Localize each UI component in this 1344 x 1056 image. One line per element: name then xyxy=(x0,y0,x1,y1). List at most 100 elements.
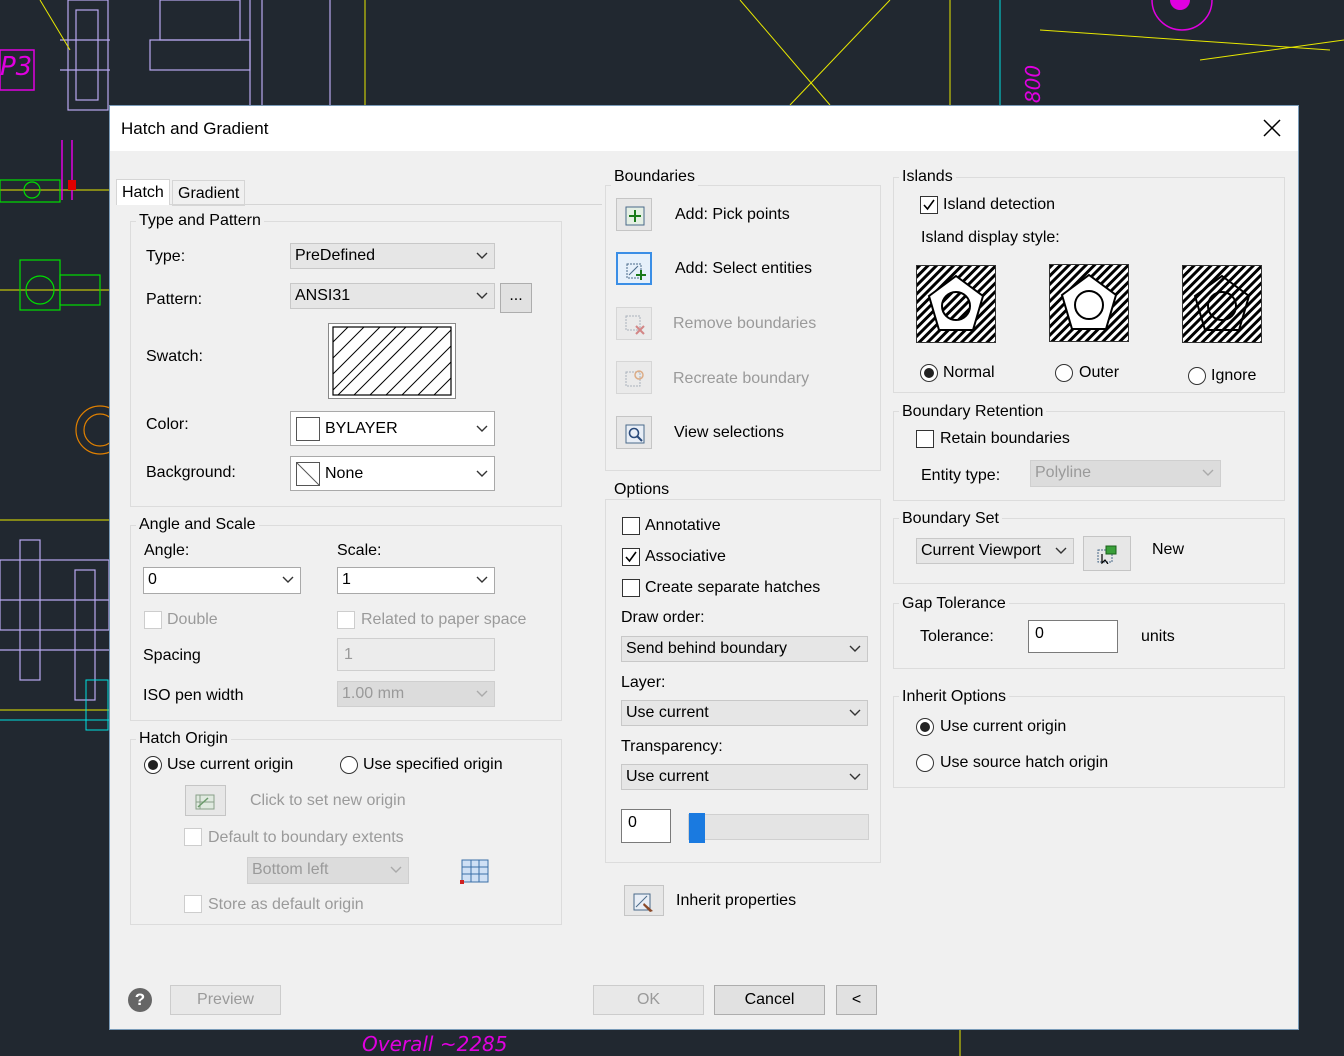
pattern-dropdown[interactable]: ANSI31 xyxy=(290,283,495,309)
inherit-use-current-radio[interactable] xyxy=(916,718,934,736)
view-selections-button[interactable] xyxy=(616,416,652,449)
paper-space-checkbox[interactable] xyxy=(337,611,355,629)
tolerance-units-label: units xyxy=(1141,628,1175,645)
color-dropdown[interactable]: BYLAYER xyxy=(290,411,495,446)
store-default-checkbox[interactable] xyxy=(184,895,202,913)
view-selections-label[interactable]: View selections xyxy=(674,424,784,442)
layer-dropdown[interactable]: Use current xyxy=(621,700,868,726)
separate-hatches-checkbox[interactable] xyxy=(622,579,640,597)
iso-pen-width-label: ISO pen width xyxy=(143,687,244,704)
associative-checkbox[interactable] xyxy=(622,548,640,566)
double-label: Double xyxy=(167,611,218,628)
boundary-set-value: Current Viewport xyxy=(921,542,1041,559)
inherit-use-source-radio[interactable] xyxy=(916,754,934,772)
spacing-input[interactable]: 1 xyxy=(337,638,495,671)
new-boundary-set-button[interactable] xyxy=(1083,536,1131,571)
transparency-amount-input[interactable]: 0 xyxy=(621,809,671,843)
use-current-origin-radio[interactable] xyxy=(144,756,162,774)
island-outer-radio[interactable] xyxy=(1055,364,1073,382)
angle-scale-title: Angle and Scale xyxy=(136,516,259,534)
transparency-slider-thumb[interactable] xyxy=(689,813,705,843)
origin-position-dropdown[interactable]: Bottom left xyxy=(247,857,409,884)
entity-type-value: Polyline xyxy=(1035,464,1092,481)
island-ignore-icon xyxy=(1183,266,1261,342)
remove-boundaries-label[interactable]: Remove boundaries xyxy=(673,315,816,333)
type-dropdown[interactable]: PreDefined xyxy=(290,243,495,269)
cad-label-overall: Overall ~2285 xyxy=(362,1032,508,1056)
hatch-origin-title: Hatch Origin xyxy=(136,730,231,748)
color-value: BYLAYER xyxy=(325,420,398,437)
recreate-boundary-label[interactable]: Recreate boundary xyxy=(673,370,809,388)
inherit-properties-button[interactable] xyxy=(624,885,664,916)
island-normal-preview[interactable] xyxy=(916,265,996,343)
remove-boundaries-button[interactable] xyxy=(616,307,652,340)
cancel-button[interactable]: Cancel xyxy=(714,985,825,1015)
select-entities-label[interactable]: Add: Select entities xyxy=(675,260,812,278)
checkmark-icon xyxy=(625,551,637,563)
entity-type-dropdown[interactable]: Polyline xyxy=(1030,460,1221,487)
background-value: None xyxy=(325,465,364,482)
pick-points-button[interactable] xyxy=(616,198,652,231)
transparency-dropdown[interactable]: Use current xyxy=(621,764,868,790)
dialog-title-bar[interactable]: Hatch and Gradient xyxy=(110,106,1298,151)
swatch-preview[interactable] xyxy=(328,323,456,399)
boundary-set-title: Boundary Set xyxy=(899,510,1002,528)
chevron-down-icon xyxy=(476,576,488,583)
ok-button[interactable]: OK xyxy=(593,985,704,1015)
chevron-down-icon xyxy=(1055,547,1067,554)
dialog-title: Hatch and Gradient xyxy=(121,119,269,138)
inherit-properties-label[interactable]: Inherit properties xyxy=(676,892,796,910)
gap-tolerance-title: Gap Tolerance xyxy=(899,595,1009,613)
tab-gradient[interactable]: Gradient xyxy=(172,180,246,206)
pattern-browse-button[interactable]: ... xyxy=(500,283,532,313)
draw-order-dropdown[interactable]: Send behind boundary xyxy=(621,636,868,662)
island-detection-checkbox[interactable] xyxy=(920,196,938,214)
select-entities-button[interactable] xyxy=(616,252,652,285)
set-origin-icon xyxy=(195,794,215,810)
preview-button[interactable]: Preview xyxy=(170,985,281,1015)
new-boundary-set-icon xyxy=(1097,545,1117,564)
use-specified-origin-radio[interactable] xyxy=(340,756,358,774)
entity-type-label: Entity type: xyxy=(921,467,1001,484)
remove-boundaries-icon xyxy=(625,315,645,335)
transparency-slider-track[interactable] xyxy=(688,813,869,843)
annotative-checkbox[interactable] xyxy=(622,517,640,535)
island-normal-radio[interactable] xyxy=(920,364,938,382)
boundary-retention-group xyxy=(893,411,1285,501)
inherit-use-current-label: Use current origin xyxy=(940,718,1067,735)
pick-points-label[interactable]: Add: Pick points xyxy=(675,206,790,224)
island-outer-preview[interactable] xyxy=(1049,264,1129,342)
double-checkbox[interactable] xyxy=(144,611,162,629)
islands-title: Islands xyxy=(899,168,956,186)
retain-boundaries-checkbox[interactable] xyxy=(916,430,934,448)
island-ignore-radio[interactable] xyxy=(1188,367,1206,385)
chevron-down-icon xyxy=(1202,469,1214,476)
options-title: Options xyxy=(611,481,673,499)
island-outer-icon xyxy=(1050,265,1128,341)
default-extents-checkbox[interactable] xyxy=(184,828,202,846)
scale-dropdown[interactable]: 1 xyxy=(337,567,495,594)
close-icon[interactable] xyxy=(1260,116,1284,140)
recreate-boundary-button[interactable] xyxy=(616,361,652,394)
island-ignore-preview[interactable] xyxy=(1182,265,1262,343)
chevron-down-icon xyxy=(849,645,861,652)
magnifier-icon xyxy=(625,424,645,444)
island-display-style-label: Island display style: xyxy=(921,229,1060,246)
tolerance-input[interactable]: 0 xyxy=(1028,620,1118,653)
help-icon[interactable]: ? xyxy=(128,988,152,1012)
pattern-value: ANSI31 xyxy=(295,287,351,304)
scale-label: Scale: xyxy=(337,542,382,559)
tab-hatch[interactable]: Hatch xyxy=(116,179,170,205)
hatch-swatch-pattern xyxy=(332,326,452,396)
iso-pen-width-dropdown[interactable]: 1.00 mm xyxy=(337,681,495,707)
angle-dropdown[interactable]: 0 xyxy=(143,567,301,594)
associative-label: Associative xyxy=(645,548,726,565)
separate-hatches-label: Create separate hatches xyxy=(645,579,821,596)
hatch-gradient-dialog: Hatch and Gradient Hatch Gradient Type a… xyxy=(109,105,1299,1030)
boundary-set-dropdown[interactable]: Current Viewport xyxy=(916,538,1074,564)
transparency-label: Transparency: xyxy=(621,738,723,755)
click-set-origin-button[interactable] xyxy=(185,785,226,816)
collapse-button[interactable]: < xyxy=(836,985,877,1015)
background-dropdown[interactable]: None xyxy=(290,456,495,491)
color-swatch-icon xyxy=(296,417,320,441)
